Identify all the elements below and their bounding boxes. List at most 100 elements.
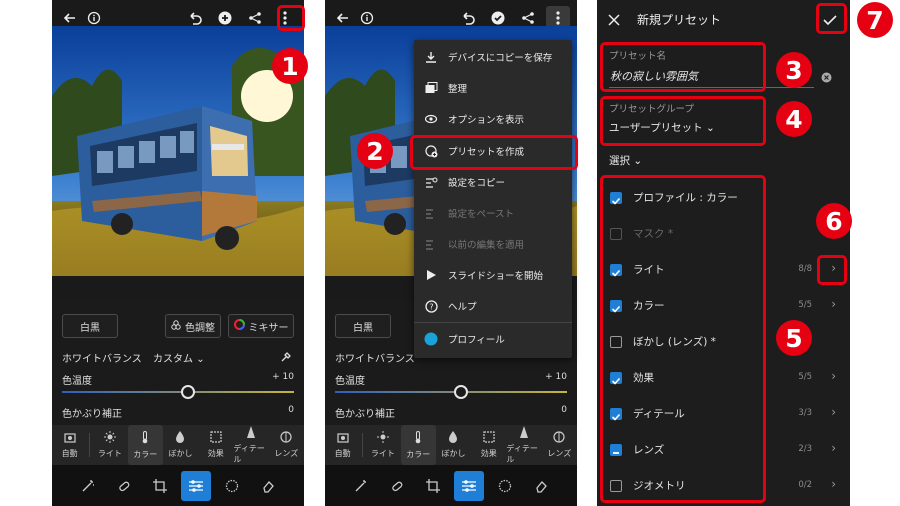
- tool-effects-label: 効果: [207, 449, 224, 458]
- menu-item-copy-settings[interactable]: 設定をコピー: [414, 167, 572, 197]
- step-badge-4: 4: [776, 101, 812, 137]
- select-dropdown[interactable]: 選択 ⌄: [609, 153, 642, 168]
- temperature-label: 色温度: [62, 376, 92, 387]
- clear-icon[interactable]: [821, 68, 832, 87]
- healing-icon[interactable]: [109, 471, 139, 501]
- menu-item-organize[interactable]: 整理: [414, 73, 572, 103]
- chevron-right-icon[interactable]: ›: [831, 369, 836, 383]
- tutorial-composite: 白黒 色調整 ミキサー ホワイトバランス カスタム ⌄ 色温度 + 10 色かぶ…: [0, 0, 900, 506]
- close-icon[interactable]: [608, 11, 620, 30]
- sun-icon: [103, 431, 116, 445]
- temperature-slider-thumb[interactable]: [454, 385, 468, 399]
- white-balance-value-text: カスタム: [153, 354, 193, 365]
- healing-icon[interactable]: [382, 471, 412, 501]
- tool-detail-label: ディテール: [506, 443, 538, 464]
- mask-icon[interactable]: [490, 471, 520, 501]
- magic-wand-icon[interactable]: [73, 471, 103, 501]
- menu-item-apply-previous[interactable]: 以前の編集を適用: [414, 229, 572, 259]
- tool-color[interactable]: カラー: [127, 425, 163, 465]
- play-icon: [424, 268, 438, 282]
- mixer-button[interactable]: ミキサー: [228, 314, 294, 338]
- chevron-right-icon[interactable]: ›: [831, 477, 836, 491]
- paste-settings-icon: [424, 206, 438, 220]
- tool-light-label: ライト: [97, 449, 122, 458]
- auto-icon: [64, 432, 76, 445]
- menu-item-label: ヘルプ: [448, 302, 477, 313]
- tool-blur-label: ぼかし: [168, 449, 193, 458]
- tint-label: 色かぶり補正: [62, 409, 122, 420]
- tool-effects[interactable]: 効果: [471, 425, 506, 465]
- adjust-sliders-icon[interactable]: [181, 470, 211, 501]
- mask-icon[interactable]: [217, 471, 247, 501]
- white-balance-label: ホワイトバランス: [335, 354, 415, 365]
- chevron-right-icon[interactable]: ›: [831, 405, 836, 419]
- tool-effects[interactable]: 効果: [198, 425, 233, 465]
- menu-item-paste-settings[interactable]: 設定をペースト: [414, 198, 572, 228]
- setting-row-count: 5/5: [798, 372, 812, 382]
- color-adjust-label: 色調整: [185, 322, 215, 334]
- tool-light[interactable]: ライト: [365, 425, 400, 465]
- tool-effects-label: 効果: [480, 449, 497, 458]
- mode-bar: [325, 465, 577, 506]
- chevron-right-icon[interactable]: ›: [831, 297, 836, 311]
- profile-avatar-icon: [424, 332, 438, 346]
- tool-lens[interactable]: レンズ: [542, 425, 577, 465]
- tint-value: 0: [561, 405, 567, 415]
- drop-icon: [448, 431, 458, 445]
- crop-icon[interactable]: [145, 471, 175, 501]
- white-black-label: 白黒: [353, 322, 373, 334]
- temperature-slider-track[interactable]: [335, 391, 567, 393]
- mode-bar: [52, 465, 304, 506]
- white-balance-value[interactable]: カスタム ⌄: [153, 350, 205, 365]
- menu-item-save-copy[interactable]: デバイスにコピーを保存: [414, 42, 572, 72]
- tool-auto[interactable]: 自動: [325, 425, 360, 465]
- menu-item-profile[interactable]: プロフィール: [414, 324, 572, 354]
- tool-auto-label: 自動: [61, 448, 78, 458]
- menu-divider: [414, 322, 572, 323]
- menu-item-slideshow[interactable]: スライドショーを開始: [414, 260, 572, 290]
- color-adjust-button[interactable]: 色調整: [165, 314, 221, 338]
- eraser-icon[interactable]: [526, 471, 556, 501]
- step-badge-2: 2: [357, 133, 393, 169]
- triangle-icon: [519, 425, 529, 440]
- magic-wand-icon[interactable]: [346, 471, 376, 501]
- tool-detail[interactable]: ディテール: [506, 425, 541, 465]
- step-badge-5: 5: [776, 320, 812, 356]
- tool-blur[interactable]: ぼかし: [436, 425, 471, 465]
- eyedropper-icon[interactable]: [280, 348, 292, 367]
- tool-lens-label: レンズ: [274, 449, 299, 458]
- menu-item-label: オプションを表示: [448, 115, 525, 126]
- tool-color-label: カラー: [133, 449, 158, 459]
- temperature-slider-track[interactable]: [62, 391, 294, 393]
- setting-row-count: 0/2: [798, 480, 812, 490]
- white-black-button[interactable]: 白黒: [62, 314, 118, 338]
- highlight-preset-group: [600, 96, 766, 146]
- white-black-button[interactable]: 白黒: [335, 314, 391, 338]
- step-badge-3: 3: [776, 52, 812, 88]
- white-black-label: 白黒: [80, 322, 100, 334]
- tool-detail[interactable]: ディテール: [233, 425, 268, 465]
- crop-icon[interactable]: [418, 471, 448, 501]
- adjust-sliders-icon[interactable]: [454, 470, 484, 501]
- chevron-right-icon[interactable]: ›: [831, 441, 836, 455]
- auto-icon: [337, 432, 349, 445]
- color-wheel-icon: [233, 319, 245, 333]
- step-badge-6: 6: [816, 203, 852, 239]
- tool-lens[interactable]: レンズ: [269, 425, 304, 465]
- mixer-label: ミキサー: [248, 322, 289, 334]
- menu-item-label: スライドショーを開始: [448, 271, 544, 282]
- menu-item-label: プロフィール: [448, 335, 505, 346]
- temperature-slider-thumb[interactable]: [181, 385, 195, 399]
- tool-color[interactable]: カラー: [400, 425, 436, 465]
- step-badge-1: 1: [272, 48, 308, 84]
- tool-strip: 自動 ライト カラー ぼかし 効果 ディテール レンズ: [52, 425, 304, 465]
- tool-light[interactable]: ライト: [92, 425, 127, 465]
- menu-item-view-options[interactable]: オプションを表示: [414, 104, 572, 134]
- white-balance-label: ホワイトバランス: [62, 354, 142, 365]
- menu-item-help[interactable]: ? ヘルプ: [414, 291, 572, 321]
- eraser-icon[interactable]: [253, 471, 283, 501]
- tool-divider: [362, 433, 364, 457]
- tool-blur[interactable]: ぼかし: [163, 425, 198, 465]
- tool-auto[interactable]: 自動: [52, 425, 87, 465]
- tool-blur-label: ぼかし: [441, 449, 466, 458]
